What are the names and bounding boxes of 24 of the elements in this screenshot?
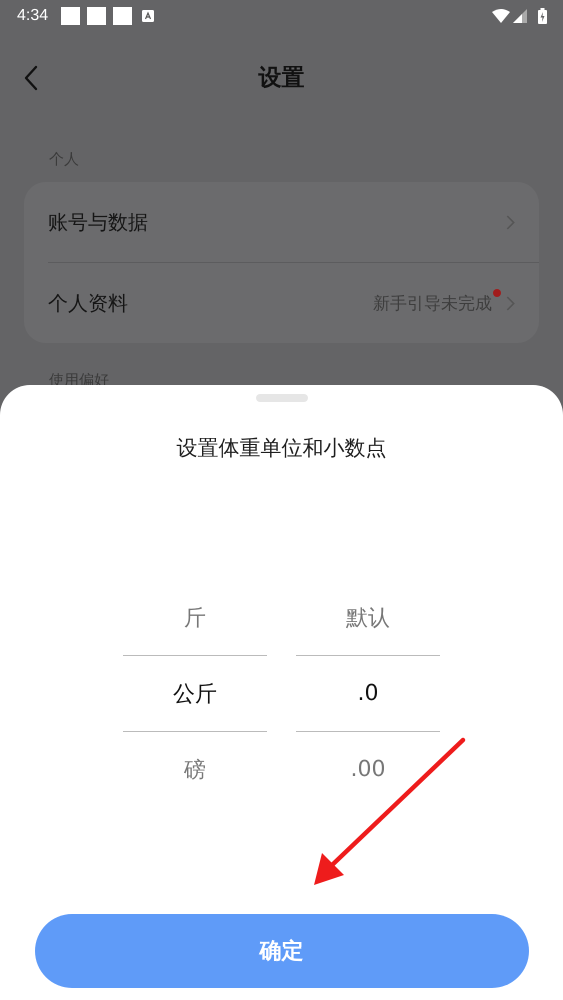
battery-icon xyxy=(538,8,547,24)
notification-icon xyxy=(87,7,106,25)
chevron-icon xyxy=(506,214,515,230)
notification-icon xyxy=(142,10,154,22)
picker-option[interactable]: 默认 xyxy=(296,580,440,655)
picker-option[interactable]: .0 xyxy=(296,655,440,732)
picker-option[interactable]: 公斤 xyxy=(123,655,267,732)
row-label: 账号与数据 xyxy=(48,208,148,236)
drag-handle[interactable] xyxy=(256,394,308,402)
row-label: 个人资料 xyxy=(48,290,128,316)
notification-icon xyxy=(61,7,80,25)
sheet-title: 设置体重单位和小数点 xyxy=(176,435,386,462)
wifi-icon xyxy=(492,9,510,23)
signal-icon xyxy=(513,9,527,23)
picker-option[interactable]: 斤 xyxy=(123,580,267,655)
confirm-button[interactable]: 确定 xyxy=(34,914,528,988)
notification-icon xyxy=(113,7,132,25)
picker-option[interactable]: .00 xyxy=(296,732,440,807)
settings-row[interactable]: 账号与数据 xyxy=(48,182,539,262)
status-time: 4:34 xyxy=(17,7,48,25)
chevron-icon xyxy=(506,296,515,310)
back-icon[interactable] xyxy=(23,65,39,91)
page-title: 设置 xyxy=(258,64,304,92)
picker-option[interactable]: 磅 xyxy=(123,732,267,807)
